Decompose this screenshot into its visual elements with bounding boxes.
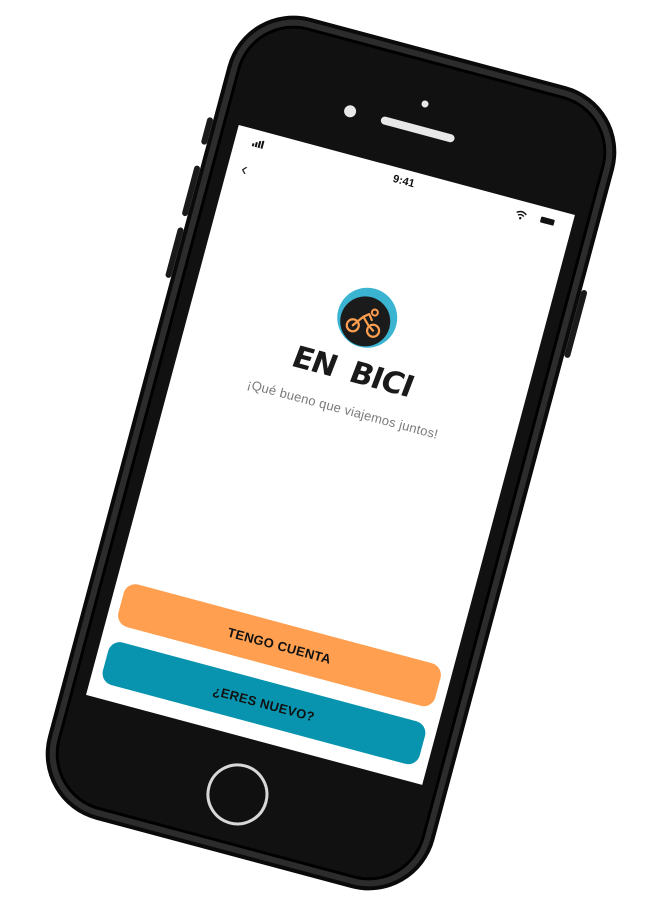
app-screen: 9:41 ‹ ENBICI ¡Qué bueno que viajemos ju… [86,124,575,785]
bicycle-rider-icon [337,287,398,348]
brand-name-right: BICI [344,355,419,405]
brand-name-left: EN [286,340,342,385]
phone-mockup: 9:41 ‹ ENBICI ¡Qué bueno que viajemos ju… [35,5,627,901]
back-icon[interactable]: ‹ [239,159,250,180]
wifi-icon [516,210,527,220]
stage: 9:41 ‹ ENBICI ¡Qué bueno que viajemos ju… [0,0,662,906]
